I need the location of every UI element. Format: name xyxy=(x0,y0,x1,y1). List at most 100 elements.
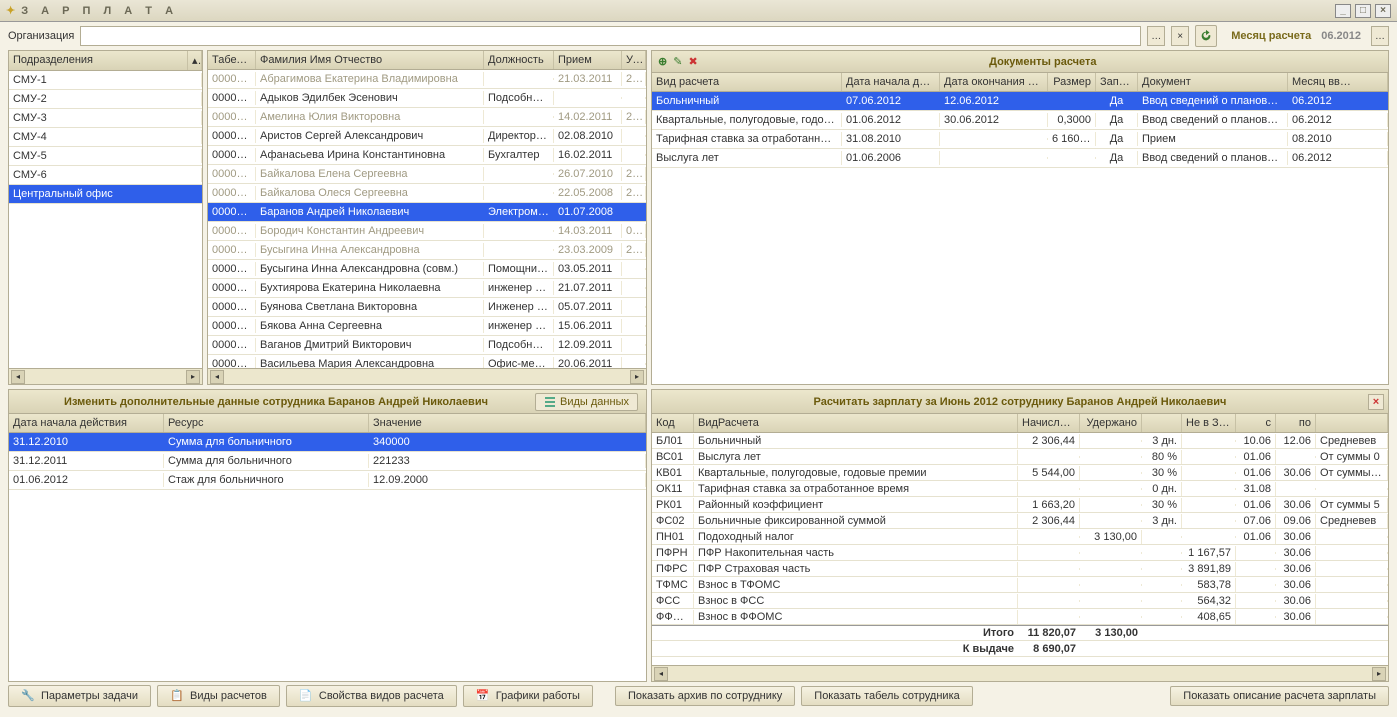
col-sal-po[interactable]: по xyxy=(1276,414,1316,432)
salary-row[interactable]: КВ01Квартальные, полугодовые, годовые пр… xyxy=(652,465,1388,481)
employee-row[interactable]: 000000…Байкалова Елена Сергеевна26.07.20… xyxy=(208,165,646,184)
extra-data-row[interactable]: 31.12.2011Сумма для больничного221233 xyxy=(9,452,646,471)
department-row[interactable]: СМУ-3 xyxy=(9,109,202,128)
month-picker-button[interactable]: … xyxy=(1371,26,1389,46)
calc-docs-title: Документы расчета xyxy=(704,56,1382,68)
department-row[interactable]: СМУ-6 xyxy=(9,166,202,185)
col-sal-s[interactable]: с xyxy=(1236,414,1276,432)
col-pos[interactable]: Должность xyxy=(484,51,554,69)
org-picker-button[interactable]: … xyxy=(1147,26,1165,46)
col-zap[interactable]: Запи… xyxy=(1096,73,1138,91)
app-icon: ✦ xyxy=(6,4,15,17)
col-ex-date[interactable]: Дата начала действия xyxy=(9,414,164,432)
emp-scroll-right[interactable]: ▸ xyxy=(630,370,644,384)
delete-icon[interactable]: ✖ xyxy=(688,55,697,68)
org-clear-button[interactable]: × xyxy=(1171,26,1189,46)
salary-row[interactable]: ПФРНПФР Накопительная часть1 167,5730.06 xyxy=(652,545,1388,561)
department-row[interactable]: СМУ-4 xyxy=(9,128,202,147)
sal-scroll-right[interactable]: ▸ xyxy=(1372,667,1386,681)
department-row[interactable]: СМУ-2 xyxy=(9,90,202,109)
col-end[interactable]: Дата окончания де… xyxy=(940,73,1048,91)
show-archive-label: Показать архив по сотруднику xyxy=(628,690,782,702)
salary-row[interactable]: БЛ01Больничный2 306,443 дн.10.0612.06Сре… xyxy=(652,433,1388,449)
col-fio[interactable]: Фамилия Имя Отчество xyxy=(256,51,484,69)
employee-row[interactable]: 000000…Амелина Юлия Викторовна14.02.2011… xyxy=(208,108,646,127)
col-sal-last[interactable] xyxy=(1316,414,1388,432)
employee-row[interactable]: 000000…Аристов Сергей АлександровичДирек… xyxy=(208,127,646,146)
salary-row[interactable]: РК01Районный коэффициент1 663,2030 %01.0… xyxy=(652,497,1388,513)
employee-row[interactable]: 000000…Васильева Мария АлександровнаОфис… xyxy=(208,355,646,368)
scroll-up-icon[interactable]: ▴ xyxy=(188,51,202,70)
employee-row[interactable]: 000000…Абрагимова Екатерина Владимировна… xyxy=(208,70,646,89)
col-ex-val[interactable]: Значение xyxy=(369,414,646,432)
employee-row[interactable]: 000000…Бухтиярова Екатерина Николаевнаин… xyxy=(208,279,646,298)
employee-row[interactable]: 000000…Бякова Анна Сергеевнаинженер п…15… xyxy=(208,317,646,336)
salary-row[interactable]: ПФРСПФР Страховая часть3 891,8930.06 xyxy=(652,561,1388,577)
col-hire[interactable]: Прием xyxy=(554,51,622,69)
salary-close-button[interactable]: × xyxy=(1368,394,1384,410)
show-tabel-button[interactable]: Показать табель сотрудника xyxy=(801,686,972,706)
department-row[interactable]: СМУ-1 xyxy=(9,71,202,90)
edit-icon[interactable]: ✎ xyxy=(673,55,682,68)
col-sal-code[interactable]: Код xyxy=(652,414,694,432)
salary-row[interactable]: ФССВзнос в ФСС564,3230.06 xyxy=(652,593,1388,609)
add-icon[interactable]: ⊕ xyxy=(658,55,667,68)
show-archive-button[interactable]: Показать архив по сотруднику xyxy=(615,686,795,706)
employee-row[interactable]: 000000…Байкалова Олеся Сергеевна22.05.20… xyxy=(208,184,646,203)
col-uv[interactable]: Ув… xyxy=(622,51,646,69)
col-sal-ud[interactable]: Удержано xyxy=(1080,414,1142,432)
salary-row[interactable]: ФФМСВзнос в ФФОМС408,6530.06 xyxy=(652,609,1388,625)
col-ex-res[interactable]: Ресурс xyxy=(164,414,369,432)
employee-row[interactable]: 000000…Афанасьева Ирина КонстантиновнаБу… xyxy=(208,146,646,165)
salary-row[interactable]: ТФМСВзнос в ТФОМС583,7830.06 xyxy=(652,577,1388,593)
data-types-button[interactable]: Виды данных xyxy=(535,393,638,411)
employee-row[interactable]: 000000…Буянова Светлана ВикторовнаИнжене… xyxy=(208,298,646,317)
calc-doc-row[interactable]: Выслуга лет01.06.2006ДаВвод сведений о п… xyxy=(652,149,1388,168)
calc-types-button[interactable]: 📋Виды расчетов xyxy=(157,685,280,707)
salary-row[interactable]: ВС01Выслуга лет80 %01.06От суммы 0 xyxy=(652,449,1388,465)
employee-row[interactable]: 000000…Баранов Андрей НиколаевичЭлектром… xyxy=(208,203,646,222)
list-icon xyxy=(544,396,556,408)
col-mon[interactable]: Месяц вв… xyxy=(1288,73,1388,91)
emp-scroll-left[interactable]: ◂ xyxy=(210,370,224,384)
minimize-button[interactable]: _ xyxy=(1335,4,1351,18)
org-field[interactable] xyxy=(80,26,1141,46)
scroll-right-button[interactable]: ▸ xyxy=(186,370,200,384)
task-params-button[interactable]: 🔧Параметры задачи xyxy=(8,685,151,707)
calc-doc-row[interactable]: Тарифная ставка за отработанно…31.08.201… xyxy=(652,130,1388,149)
col-sal-blank[interactable] xyxy=(1142,414,1182,432)
extra-data-row[interactable]: 31.12.2010Сумма для больничного340000 xyxy=(9,433,646,452)
salary-row[interactable]: ОК11Тарифная ставка за отработанное врем… xyxy=(652,481,1388,497)
extra-data-row[interactable]: 01.06.2012Стаж для больничного12.09.2000 xyxy=(9,471,646,490)
departments-header[interactable]: Подразделения xyxy=(9,51,188,70)
maximize-button[interactable]: □ xyxy=(1355,4,1371,18)
work-schedules-button[interactable]: 📅Графики работы xyxy=(463,685,593,707)
refresh-button[interactable] xyxy=(1195,25,1217,47)
show-calc-desc-button[interactable]: Показать описание расчета зарплаты xyxy=(1170,686,1389,706)
employee-row[interactable]: 000000…Бородич Константин Андреевич14.03… xyxy=(208,222,646,241)
col-start[interactable]: Дата начала дей… xyxy=(842,73,940,91)
col-sal-nach[interactable]: Начислено xyxy=(1018,414,1080,432)
col-tab[interactable]: Табель… xyxy=(208,51,256,69)
col-sal-type[interactable]: ВидРасчета xyxy=(694,414,1018,432)
employee-row[interactable]: 000000…Ваганов Дмитрий ВикторовичПодсобн… xyxy=(208,336,646,355)
scroll-left-button[interactable]: ◂ xyxy=(11,370,25,384)
department-row[interactable]: Центральный офис xyxy=(9,185,202,204)
col-doc[interactable]: Документ xyxy=(1138,73,1288,91)
department-row[interactable]: СМУ-5 xyxy=(9,147,202,166)
col-sal-nz[interactable]: Не в ЗПЛ xyxy=(1182,414,1236,432)
sal-scroll-left[interactable]: ◂ xyxy=(654,667,668,681)
close-window-button[interactable]: × xyxy=(1375,4,1391,18)
col-size[interactable]: Размер xyxy=(1048,73,1096,91)
salary-row[interactable]: ПН01Подоходный налог3 130,0001.0630.06 xyxy=(652,529,1388,545)
salary-row[interactable]: ФС02Больничные фиксированной суммой2 306… xyxy=(652,513,1388,529)
bottom-toolbar: 🔧Параметры задачи 📋Виды расчетов 📄Свойст… xyxy=(0,682,1397,710)
calc-props-button[interactable]: 📄Свойства видов расчета xyxy=(286,685,457,707)
col-calc-type[interactable]: Вид расчета xyxy=(652,73,842,91)
employee-row[interactable]: 000000…Бусыгина Инна Александровна23.03.… xyxy=(208,241,646,260)
salary-calc-panel: Расчитать зарплату за Июнь 2012 сотрудни… xyxy=(651,389,1389,682)
employee-row[interactable]: 000000…Адыков Эдилбек ЭсеновичПодсобны… xyxy=(208,89,646,108)
employee-row[interactable]: 000000…Бусыгина Инна Александровна (совм… xyxy=(208,260,646,279)
calc-doc-row[interactable]: Квартальные, полугодовые, годов…01.06.20… xyxy=(652,111,1388,130)
calc-doc-row[interactable]: Больничный07.06.201212.06.2012ДаВвод све… xyxy=(652,92,1388,111)
